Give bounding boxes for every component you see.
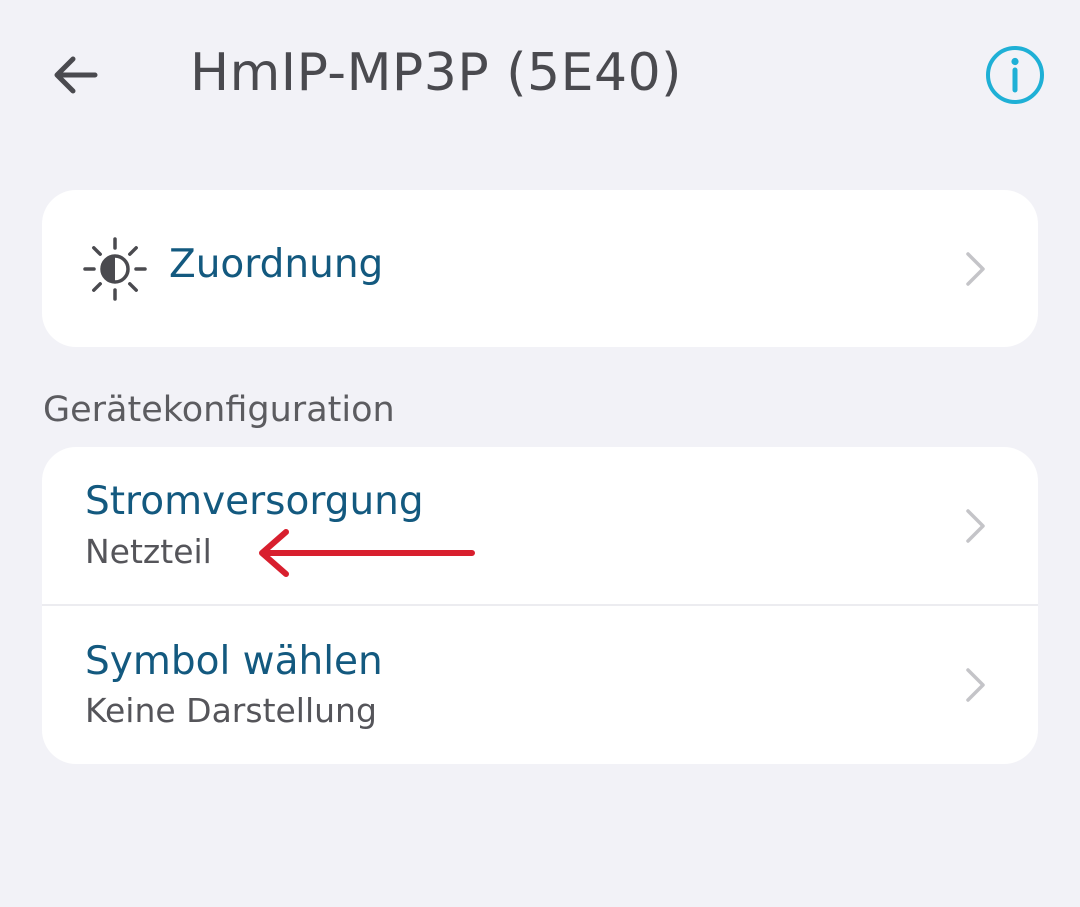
chevron-right-icon xyxy=(966,509,985,543)
symbol-value: Keine Darstellung xyxy=(85,691,377,730)
info-button[interactable] xyxy=(984,44,1046,106)
arrow-left-icon xyxy=(54,56,98,94)
list-item-symbol[interactable]: Symbol wählen Keine Darstellung xyxy=(42,606,1038,764)
app-header: HmIP-MP3P (5E40) xyxy=(0,0,1080,150)
chevron-right-icon xyxy=(966,252,985,286)
annotation-arrow-icon xyxy=(259,529,475,577)
list-item-power-supply[interactable]: Stromversorgung Netzteil xyxy=(42,447,1038,604)
symbol-title: Symbol wählen xyxy=(85,639,383,684)
sun-half-icon xyxy=(83,237,147,301)
back-button[interactable] xyxy=(40,40,110,110)
assignment-label: Zuordnung xyxy=(169,242,384,287)
section-label: Gerätekonfiguration xyxy=(43,390,395,430)
chevron-right-icon xyxy=(966,668,985,702)
page-title: HmIP-MP3P (5E40) xyxy=(190,43,682,103)
power-supply-value: Netzteil xyxy=(85,532,212,571)
assignment-card: Zuordnung xyxy=(42,190,1038,347)
device-config-card: Stromversorgung Netzteil Symbol wählen K… xyxy=(42,447,1038,764)
power-supply-title: Stromversorgung xyxy=(85,479,424,524)
assignment-row[interactable]: Zuordnung xyxy=(42,190,1038,347)
info-circle-icon xyxy=(986,46,1044,104)
